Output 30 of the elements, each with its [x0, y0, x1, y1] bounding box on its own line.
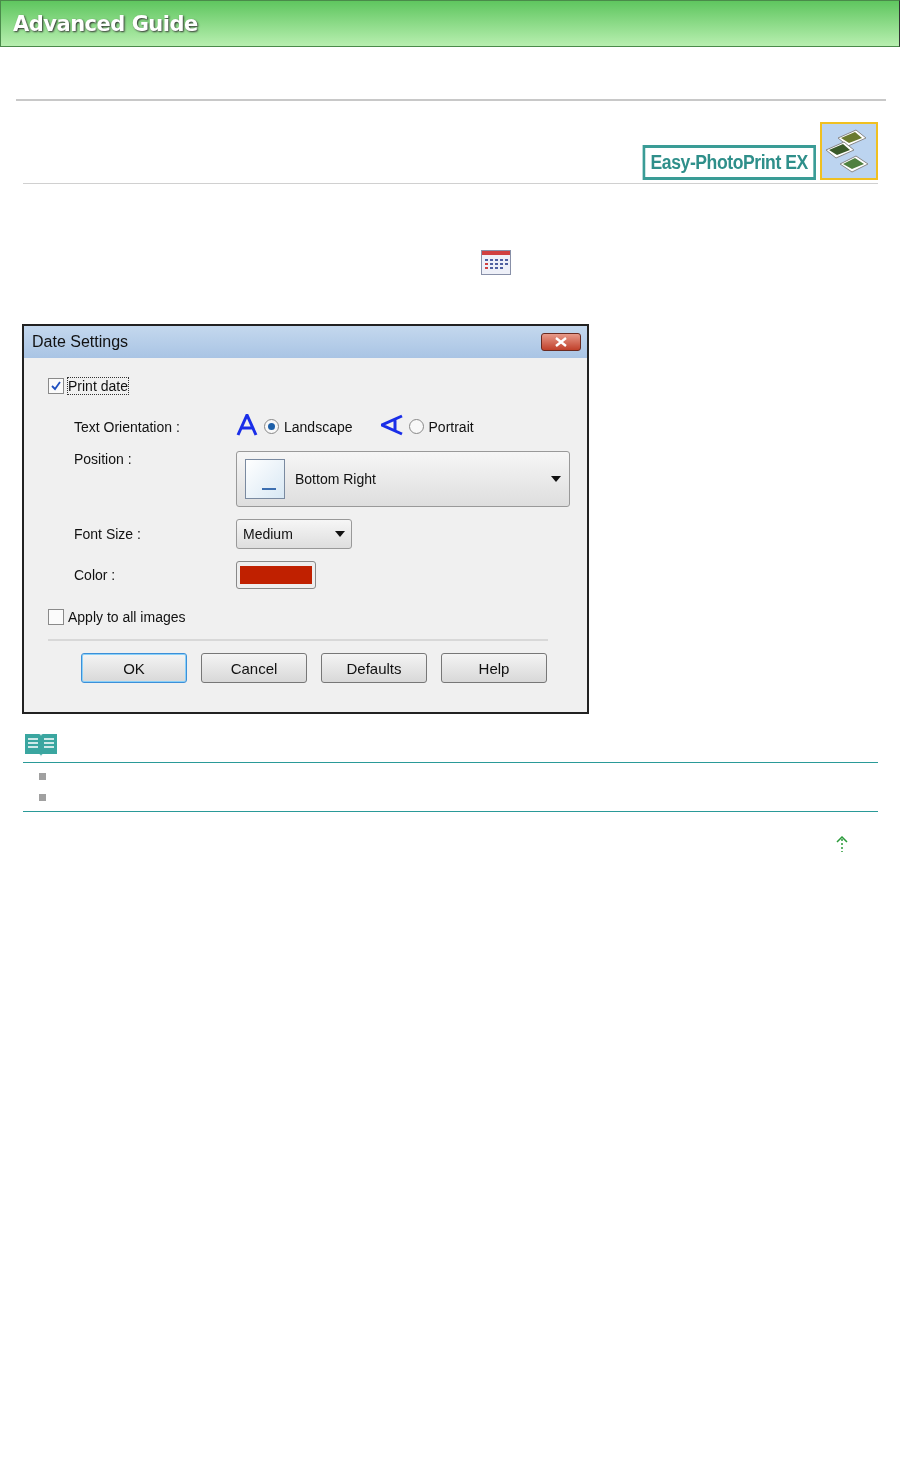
field-label: Font Size : [74, 526, 142, 542]
checkbox-label: Apply to all images [68, 609, 186, 625]
checkbox[interactable] [48, 378, 64, 394]
field-label: Text Orientation : [74, 418, 181, 435]
dialog-button[interactable]: Help [441, 653, 547, 683]
caret-icon [551, 476, 561, 482]
dialog-title: Date Settings [32, 333, 129, 351]
close-button[interactable] [541, 333, 581, 351]
bullet-icon [39, 794, 46, 801]
back-to-top-icon[interactable] [836, 836, 848, 852]
dialog-button[interactable]: Defaults [321, 653, 427, 683]
book-icon [23, 732, 59, 758]
bullet-icon [39, 773, 46, 780]
dialog-button[interactable]: OK [81, 653, 187, 683]
caret-icon [335, 531, 345, 537]
close-icon [555, 337, 567, 347]
radio-option[interactable]: Portrait [408, 418, 474, 435]
dialog-button[interactable]: Cancel [201, 653, 307, 683]
photos-icon [820, 122, 878, 180]
field-label: Color : [74, 567, 117, 583]
calendar-icon [481, 250, 511, 275]
font-size-dropdown[interactable]: Medium [236, 519, 352, 549]
field-label: Position : [74, 451, 133, 467]
product-name: Easy-PhotoPrint EX [642, 145, 816, 180]
position-dropdown[interactable]: Bottom Right [236, 451, 570, 507]
radio-option[interactable]: Landscape [264, 418, 353, 435]
checkbox[interactable] [48, 609, 64, 625]
color-swatch[interactable] [236, 561, 316, 589]
header-title: Advanced Guide [13, 11, 198, 36]
checkbox-label: Print date [68, 378, 128, 394]
